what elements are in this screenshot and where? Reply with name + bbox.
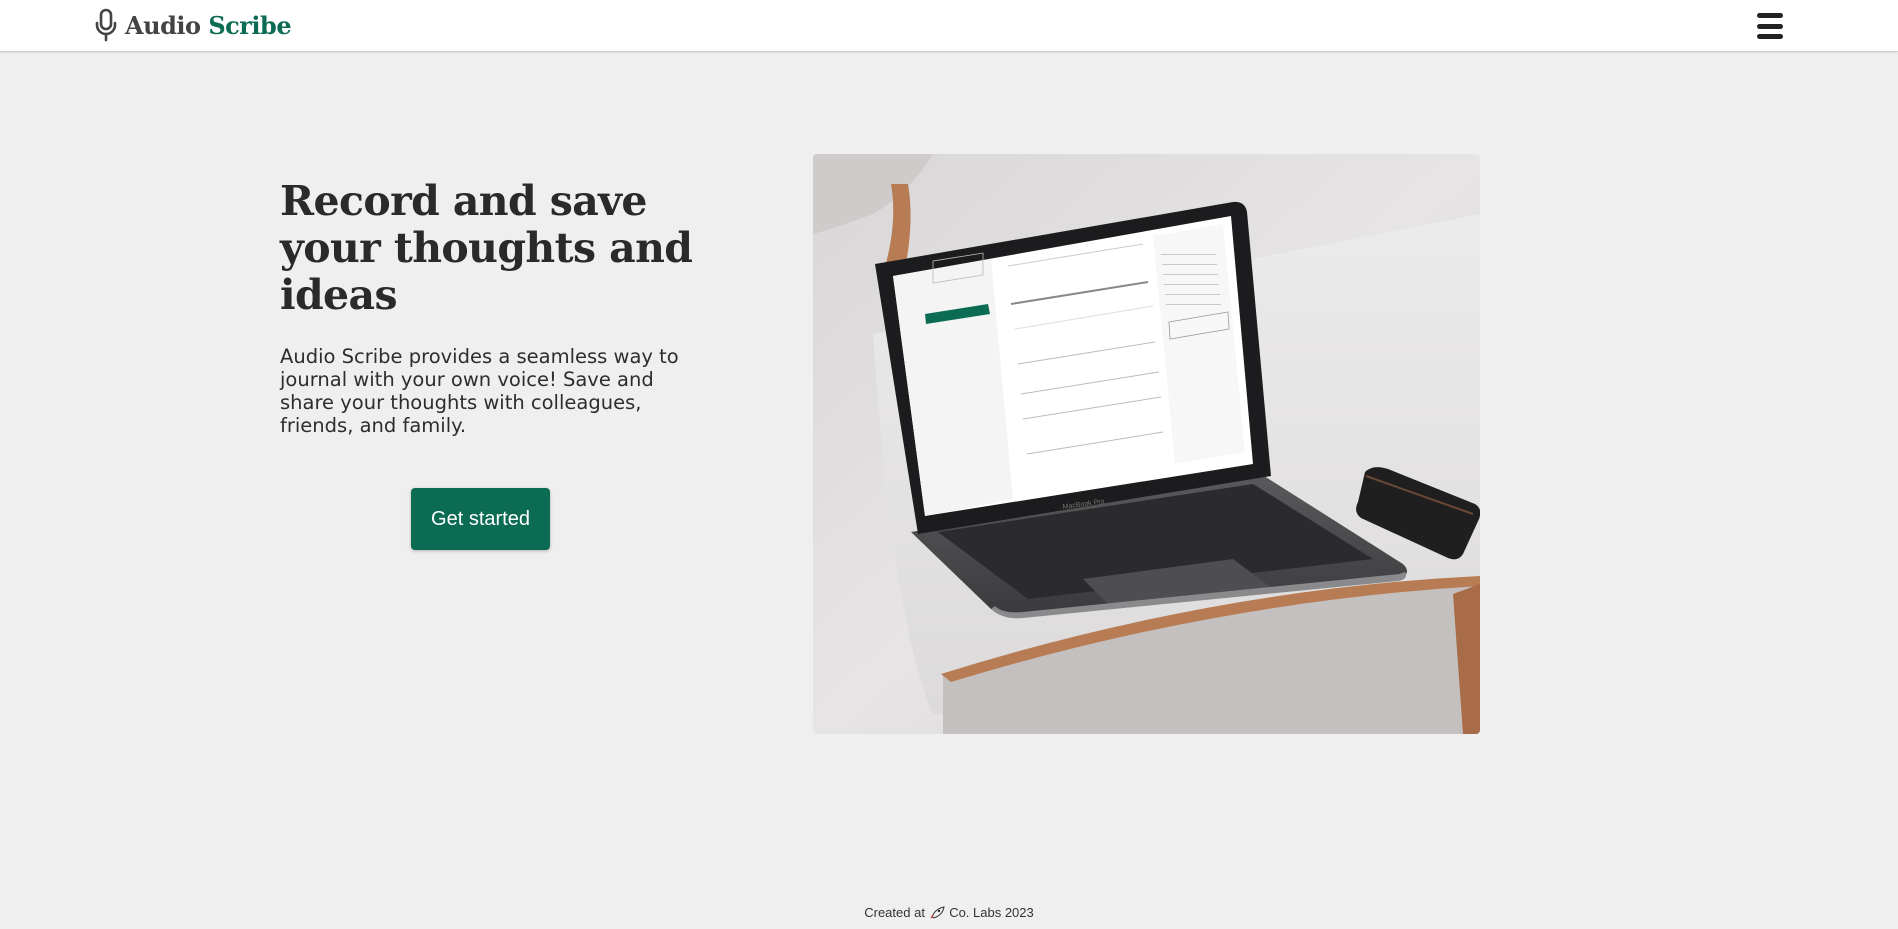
menu-bar xyxy=(1757,23,1783,29)
footer-suffix[interactable]: Co. Labs 2023 xyxy=(949,905,1034,920)
microphone-icon xyxy=(95,8,117,42)
top-navbar: Audio Scribe xyxy=(0,0,1898,52)
logo-word-scribe: Scribe xyxy=(208,10,292,40)
hamburger-menu-icon[interactable] xyxy=(1755,11,1785,41)
get-started-button[interactable]: Get started xyxy=(411,488,550,550)
footer-prefix: Created at xyxy=(864,905,925,920)
logo-word-audio: Audio xyxy=(125,10,201,40)
menu-bar xyxy=(1757,34,1783,39)
rocket-icon xyxy=(930,906,945,919)
logo-text: Audio Scribe xyxy=(125,10,292,40)
menu-bar xyxy=(1757,13,1783,18)
hero-title: Record and save your thoughts and ideas xyxy=(280,177,693,319)
logo[interactable]: Audio Scribe xyxy=(93,8,292,42)
hero-image: MacBook Pro xyxy=(813,154,1480,734)
hero-description: Audio Scribe provides a seamless way to … xyxy=(280,345,679,437)
footer: Created at Co. Labs 2023 xyxy=(0,905,1898,920)
